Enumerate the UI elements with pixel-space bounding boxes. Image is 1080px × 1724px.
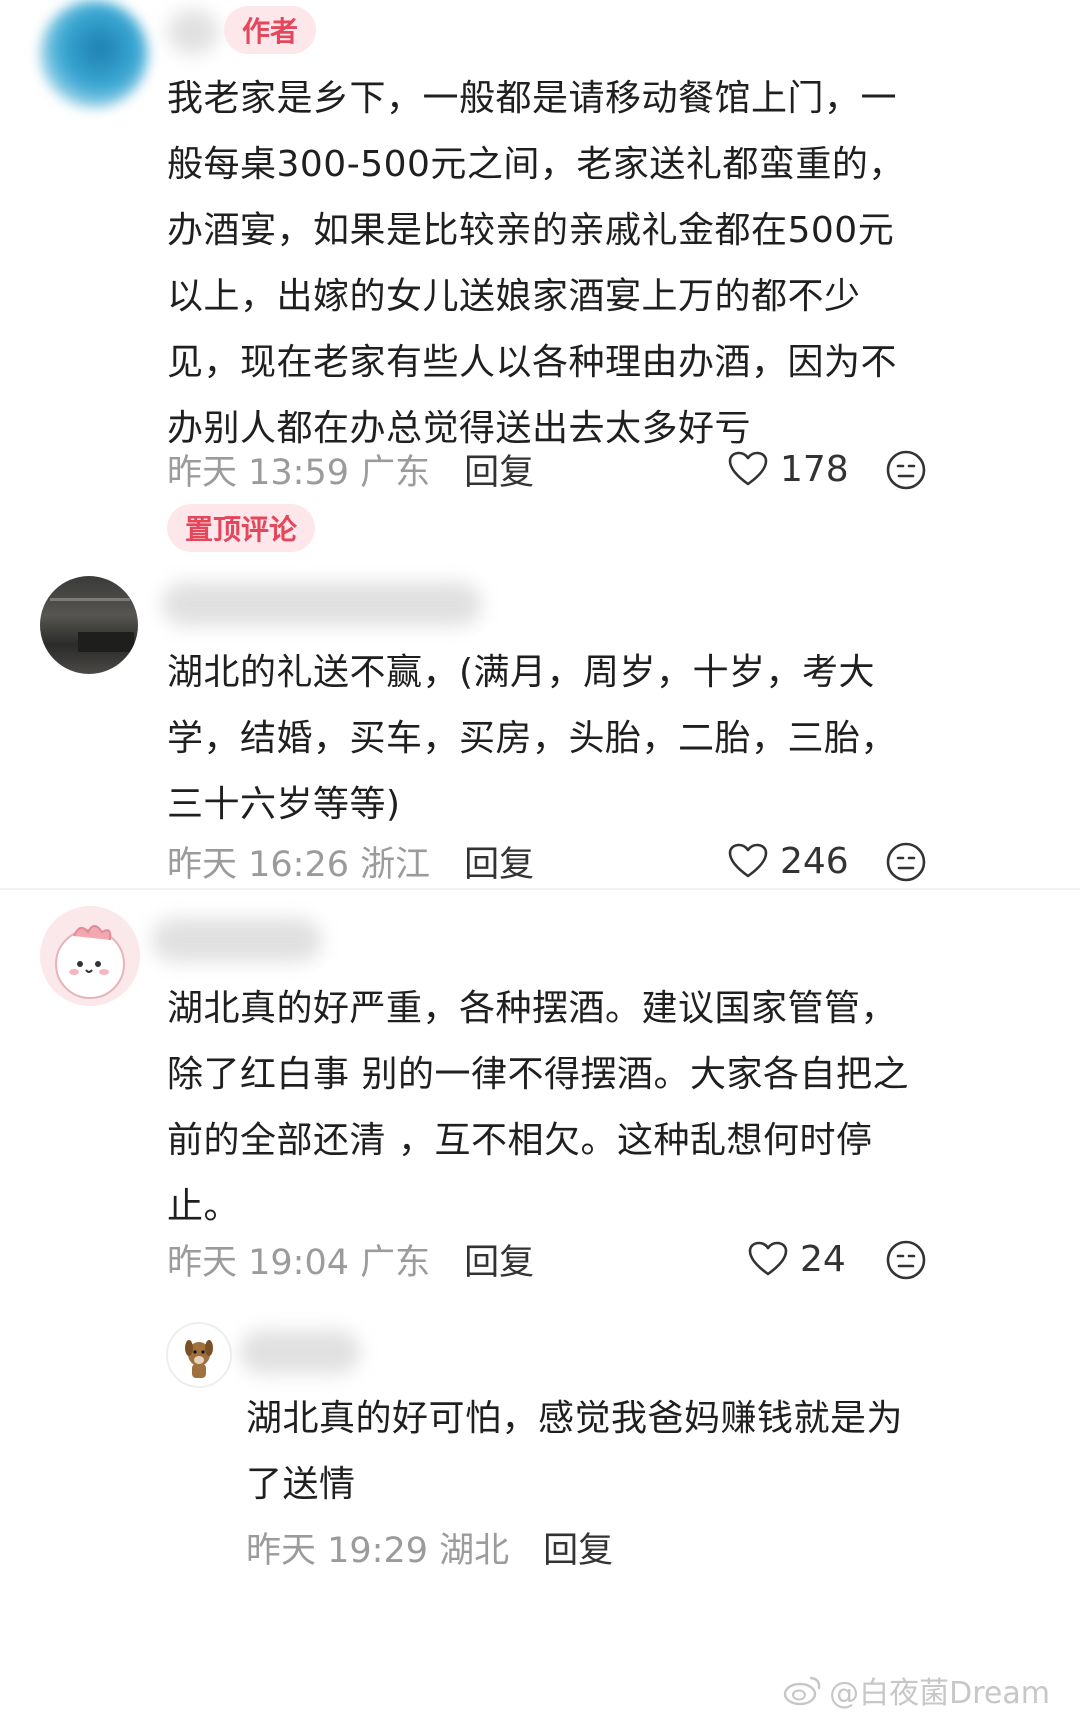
heart-outline-icon [728,451,768,486]
username[interactable] [162,582,482,626]
avatar-image-detail [78,632,134,652]
comment-text: 我老家是乡下，一般都是请移动餐馆上门，一 般每桌300-500元之间，老家送礼都… [167,78,905,449]
comment-time: 昨天 19:04 广东 [167,1242,431,1283]
comment-meta: 昨天 16:26 浙江 回复 [167,836,534,886]
like-count: 246 [780,840,849,882]
reply-button[interactable]: 回复 [543,1522,613,1573]
cartoon-avatar-image [55,925,125,999]
comment-text: 湖北真的好可怕，感觉我爸妈赚钱就是为 了送情 [246,1398,904,1505]
comment-text: 湖北的礼送不赢，(满月，周岁，十岁，考大 学，结婚，买车，买房，头胎，二胎，三胎… [167,652,898,825]
username[interactable] [240,1330,360,1374]
avatar[interactable] [40,0,148,108]
comment-meta: 昨天 19:04 广东 回复 [167,1234,534,1284]
reply-button[interactable]: 回复 [464,444,534,495]
avatar-image-detail [50,598,130,601]
emoji-face-icon[interactable] [885,841,927,883]
emoji-face-icon[interactable] [885,1239,927,1281]
heart-outline-icon [748,1241,788,1276]
watermark: @白夜菌Dream [783,1668,1050,1712]
comment-meta: 昨天 19:29 湖北 回复 [246,1522,613,1572]
comment-time: 昨天 16:26 浙江 [167,844,431,885]
dog-avatar-image [185,1340,213,1378]
like-button[interactable]: 24 [748,1234,846,1284]
like-count: 24 [800,1238,846,1280]
like-button[interactable]: 178 [728,444,849,494]
username[interactable] [168,10,218,54]
reply-button[interactable]: 回复 [464,836,534,887]
heart-outline-icon [728,843,768,878]
avatar[interactable] [40,906,140,1006]
reply-button[interactable]: 回复 [464,1234,534,1285]
author-badge: 作者 [224,6,317,54]
like-count: 178 [780,448,849,490]
divider [0,888,1080,890]
like-button[interactable]: 246 [728,836,849,886]
watermark-text: @白夜菌Dream [829,1676,1050,1711]
pinned-badge: 置顶评论 [167,504,316,552]
avatar[interactable] [166,1322,232,1388]
username[interactable] [152,918,322,962]
comment-time: 昨天 19:29 湖北 [246,1530,510,1571]
weibo-logo-icon [783,1676,821,1706]
avatar[interactable] [40,576,138,674]
comment-time: 昨天 13:59 广东 [167,452,431,493]
emoji-face-icon[interactable] [885,449,927,491]
comment-meta: 昨天 13:59 广东 回复 [167,444,534,494]
comment-text: 湖北真的好严重，各种摆酒。建议国家管管， 除了红白事 别的一律不得摆酒。大家各自… [167,988,909,1227]
